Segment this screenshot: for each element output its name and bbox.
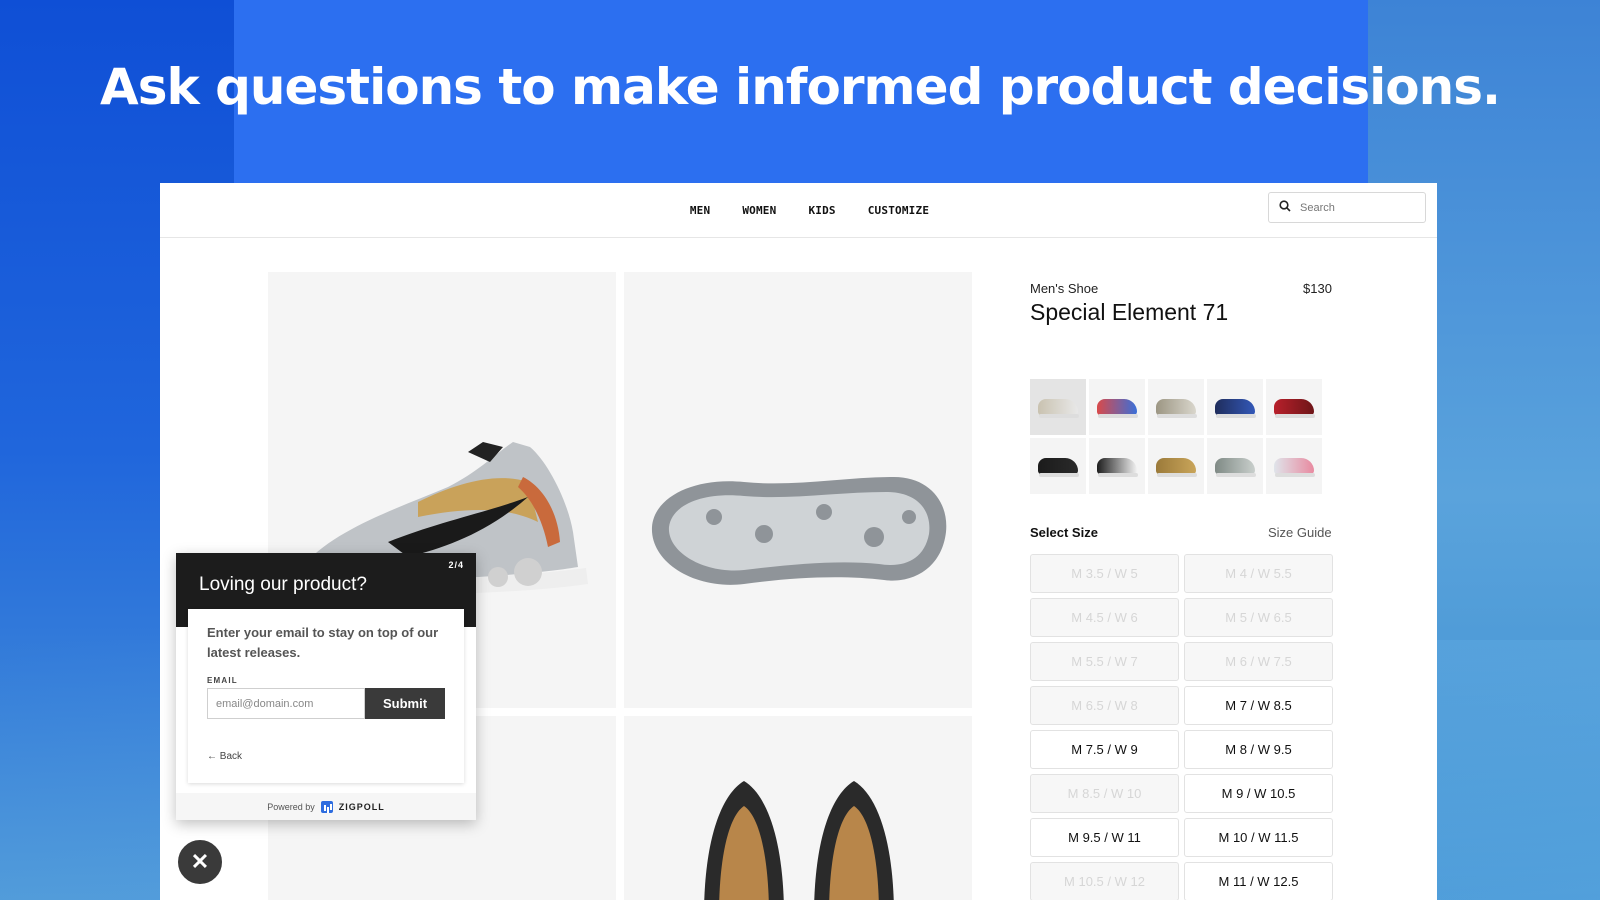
size-option: M 4 / W 5.5 <box>1184 554 1333 593</box>
color-swatch[interactable] <box>1207 379 1263 435</box>
email-field[interactable] <box>207 688 365 719</box>
size-option[interactable]: M 10 / W 11.5 <box>1184 818 1333 857</box>
color-swatch[interactable] <box>1089 438 1145 494</box>
headline: Ask questions to make informed product d… <box>100 58 1501 116</box>
product-category: Men's Shoe <box>1030 281 1099 296</box>
size-option[interactable]: M 11 / W 12.5 <box>1184 862 1333 900</box>
swatch-shoe-image <box>1215 399 1255 415</box>
swatch-shoe-image <box>1274 458 1314 474</box>
size-option: M 6.5 / W 8 <box>1030 686 1179 725</box>
swatch-sole <box>1275 473 1315 477</box>
nav-customize[interactable]: CUSTOMIZE <box>868 204 929 217</box>
size-option: M 10.5 / W 12 <box>1030 862 1179 900</box>
color-swatch[interactable] <box>1030 438 1086 494</box>
nav-men[interactable]: MEN <box>690 204 710 217</box>
survey-question: Enter your email to stay on top of our l… <box>207 625 439 660</box>
swatch-shoe-image <box>1215 458 1255 474</box>
size-option: M 5 / W 6.5 <box>1184 598 1333 637</box>
product-name: Special Element 71 <box>1030 299 1229 325</box>
swatch-sole <box>1157 414 1197 418</box>
search-input[interactable] <box>1298 200 1412 215</box>
swatch-sole <box>1039 414 1079 418</box>
swatch-sole <box>1157 473 1197 477</box>
submit-button[interactable]: Submit <box>365 688 445 719</box>
size-option: M 4.5 / W 6 <box>1030 598 1179 637</box>
back-link[interactable]: ← Back <box>207 751 242 762</box>
email-label: EMAIL <box>207 676 238 685</box>
shoe-sole-image <box>651 477 947 585</box>
product-image-top[interactable] <box>624 716 972 900</box>
size-option: M 3.5 / W 5 <box>1030 554 1179 593</box>
select-size-title: Select Size <box>1030 525 1098 540</box>
survey-card: Enter your email to stay on top of our l… <box>188 609 464 783</box>
swatch-shoe-image <box>1038 399 1078 415</box>
search-icon <box>1279 199 1291 217</box>
color-swatch[interactable] <box>1148 438 1204 494</box>
color-swatch[interactable] <box>1266 438 1322 494</box>
product-price: $130 <box>1303 281 1332 296</box>
color-swatch[interactable] <box>1030 379 1086 435</box>
swatch-sole <box>1216 414 1256 418</box>
color-swatch[interactable] <box>1207 438 1263 494</box>
size-grid: M 3.5 / W 5M 4 / W 5.5 M 4.5 / W 6M 5 / W… <box>1030 554 1333 900</box>
survey-widget: 2/4 Loving our product? Enter your email… <box>176 553 476 820</box>
nav-kids[interactable]: KIDS <box>808 204 835 217</box>
nav-women[interactable]: WOMEN <box>742 204 776 217</box>
powered-by-text: Powered by <box>267 801 315 812</box>
zigpoll-logo-icon <box>320 800 333 813</box>
color-swatch[interactable] <box>1148 379 1204 435</box>
color-swatch[interactable] <box>1266 379 1322 435</box>
size-option[interactable]: M 9 / W 10.5 <box>1184 774 1333 813</box>
size-option[interactable]: M 8 / W 9.5 <box>1184 730 1333 769</box>
size-option[interactable]: M 7.5 / W 9 <box>1030 730 1179 769</box>
swatch-sole <box>1098 414 1138 418</box>
close-button[interactable]: ✕ <box>176 838 224 886</box>
powered-by-footer: Powered by ZIGPOLL <box>176 793 476 820</box>
size-option: M 5.5 / W 7 <box>1030 642 1179 681</box>
swatch-shoe-image <box>1156 458 1196 474</box>
nav-links: MEN WOMEN KIDS CUSTOMIZE <box>160 183 1437 237</box>
top-nav: MEN WOMEN KIDS CUSTOMIZE <box>160 183 1437 238</box>
size-option: M 8.5 / W 10 <box>1030 774 1179 813</box>
zigpoll-brand[interactable]: ZIGPOLL <box>339 802 385 812</box>
survey-step: 2/4 <box>448 560 464 570</box>
swatch-shoe-image <box>1274 399 1314 415</box>
size-option[interactable]: M 7 / W 8.5 <box>1184 686 1333 725</box>
swatch-shoe-image <box>1038 458 1078 474</box>
swatch-sole <box>1098 473 1138 477</box>
size-option[interactable]: M 9.5 / W 11 <box>1030 818 1179 857</box>
size-option: M 6 / W 7.5 <box>1184 642 1333 681</box>
swatch-shoe-image <box>1097 458 1137 474</box>
swatch-sole <box>1275 414 1315 418</box>
shoe-top-image <box>704 781 894 900</box>
color-swatches <box>1030 379 1326 494</box>
product-image-sole[interactable] <box>624 272 972 708</box>
swatch-shoe-image <box>1156 399 1196 415</box>
swatch-sole <box>1039 473 1079 477</box>
swatch-shoe-image <box>1097 399 1137 415</box>
survey-title: Loving our product? <box>199 574 367 595</box>
size-guide-link[interactable]: Size Guide <box>1268 525 1332 540</box>
swatch-sole <box>1216 473 1256 477</box>
search-box[interactable] <box>1268 192 1426 223</box>
color-swatch[interactable] <box>1089 379 1145 435</box>
